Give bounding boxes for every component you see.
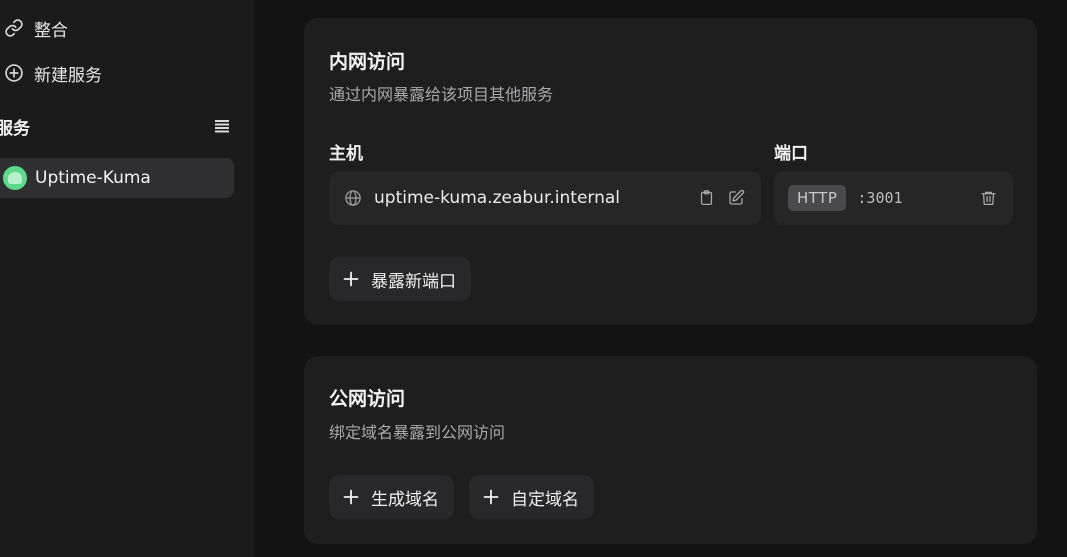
plus-circle-icon — [2, 61, 26, 85]
plus-icon — [343, 489, 359, 505]
sidebar-item-label: 整合 — [34, 20, 68, 41]
services-section-header: 服务 — [0, 111, 234, 141]
expose-new-port-button[interactable]: 暴露新端口 — [329, 257, 471, 301]
port-number: :3001 — [857, 189, 903, 207]
button-label: 暴露新端口 — [371, 271, 456, 292]
public-network-card: 公网访问 绑定域名暴露到公网访问 生成域名 自定域名 — [304, 356, 1037, 544]
plus-icon — [483, 489, 499, 505]
internal-host-field: uptime-kuma.zeabur.internal — [329, 171, 761, 225]
port-column-label: 端口 — [774, 144, 808, 164]
link-icon — [2, 16, 26, 40]
copy-icon[interactable] — [696, 188, 716, 208]
sidebar-item-integrations[interactable]: 整合 — [0, 10, 234, 46]
edit-icon[interactable] — [726, 188, 746, 208]
generate-domain-button[interactable]: 生成域名 — [329, 475, 454, 519]
internal-hostname: uptime-kuma.zeabur.internal — [374, 188, 621, 208]
uptime-kuma-logo-icon — [3, 166, 27, 190]
port-field: HTTP :3001 — [774, 171, 1013, 225]
services-section-title: 服务 — [0, 118, 30, 139]
custom-domain-button[interactable]: 自定域名 — [469, 475, 594, 519]
plus-icon — [343, 271, 359, 287]
globe-icon — [344, 189, 362, 207]
private-network-card: 内网访问 通过内网暴露给该项目其他服务 主机 端口 uptime-kuma.ze… — [304, 18, 1037, 325]
button-label: 生成域名 — [371, 489, 439, 510]
host-column-label: 主机 — [329, 144, 363, 164]
private-network-subtitle: 通过内网暴露给该项目其他服务 — [329, 85, 554, 104]
sidebar-item-new-service[interactable]: 新建服务 — [0, 55, 234, 91]
protocol-badge: HTTP — [788, 185, 847, 211]
trash-icon[interactable] — [978, 188, 998, 208]
button-label: 自定域名 — [511, 489, 579, 510]
sidebar-service-uptime-kuma[interactable]: Uptime-Kuma — [0, 158, 234, 198]
public-network-title: 公网访问 — [329, 388, 406, 410]
private-network-title: 内网访问 — [329, 51, 406, 73]
sidebar: 整合 新建服务 服务 Uptime-Kuma — [0, 0, 254, 557]
sidebar-item-label: 新建服务 — [34, 65, 102, 86]
list-menu-icon[interactable] — [212, 116, 232, 136]
service-name: Uptime-Kuma — [35, 168, 151, 188]
public-network-subtitle: 绑定域名暴露到公网访问 — [329, 423, 506, 442]
